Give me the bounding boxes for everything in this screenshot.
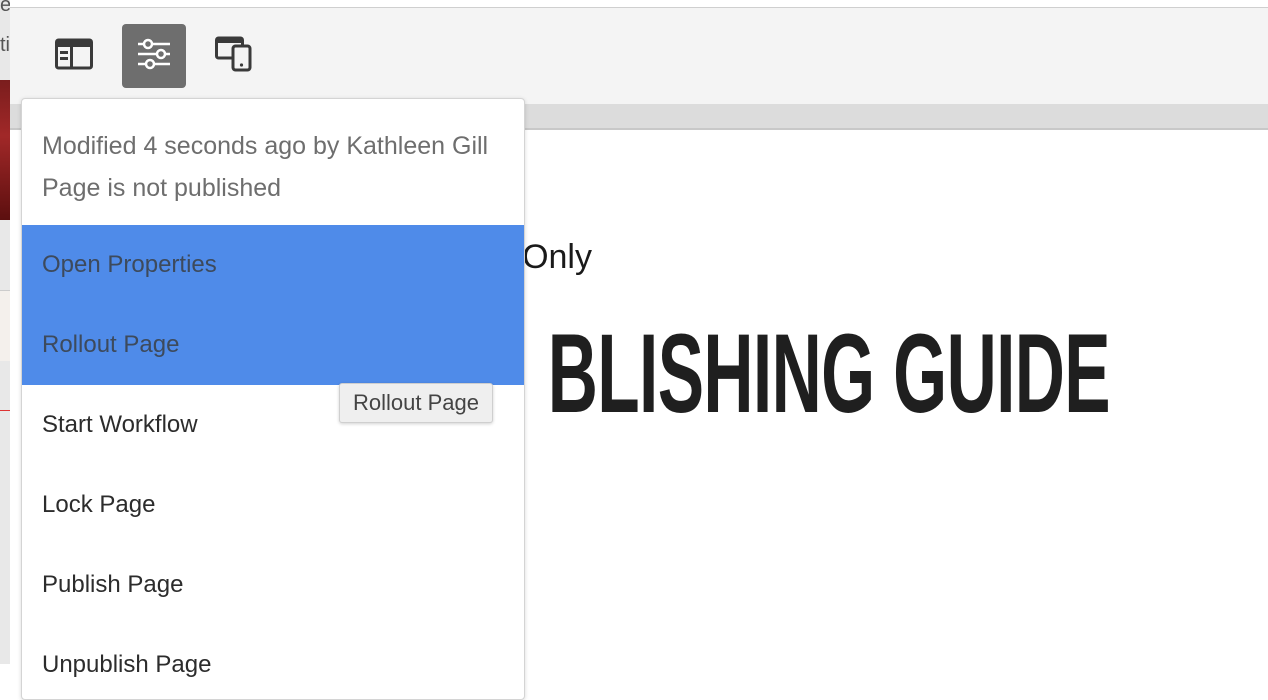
- menu-item-publish-page[interactable]: Publish Page: [22, 545, 524, 625]
- background-divider: [0, 410, 10, 411]
- editor-toolbar: [10, 0, 1268, 104]
- page-properties-icon: [136, 38, 172, 75]
- menu-item-lock-page[interactable]: Lock Page: [22, 465, 524, 545]
- modified-text: Modified 4 seconds ago by Kathleen Gill: [42, 132, 489, 160]
- background-thumbnail: [0, 80, 10, 220]
- side-panel-icon: [55, 38, 93, 75]
- menu-item-rollout-page[interactable]: Rollout Page: [22, 305, 524, 385]
- toolbar-divider: [10, 7, 1268, 8]
- rollout-page-tooltip: Rollout Page: [339, 383, 493, 423]
- emulator-icon: [215, 36, 253, 77]
- page-status-info: Modified 4 seconds ago by Kathleen Gill …: [22, 99, 524, 225]
- background-window-text: ti: [0, 34, 10, 56]
- toggle-side-panel-button[interactable]: [42, 24, 106, 88]
- page-headline: BLISHING GUIDE: [547, 311, 1111, 436]
- menu-item-unpublish-page[interactable]: Unpublish Page: [22, 625, 524, 699]
- page-information-button[interactable]: [122, 24, 186, 88]
- background-thumbnail: [0, 290, 10, 361]
- publish-status-text: Page is not published: [42, 174, 282, 202]
- emulator-button[interactable]: [202, 24, 266, 88]
- menu-item-open-properties[interactable]: Open Properties: [22, 225, 524, 305]
